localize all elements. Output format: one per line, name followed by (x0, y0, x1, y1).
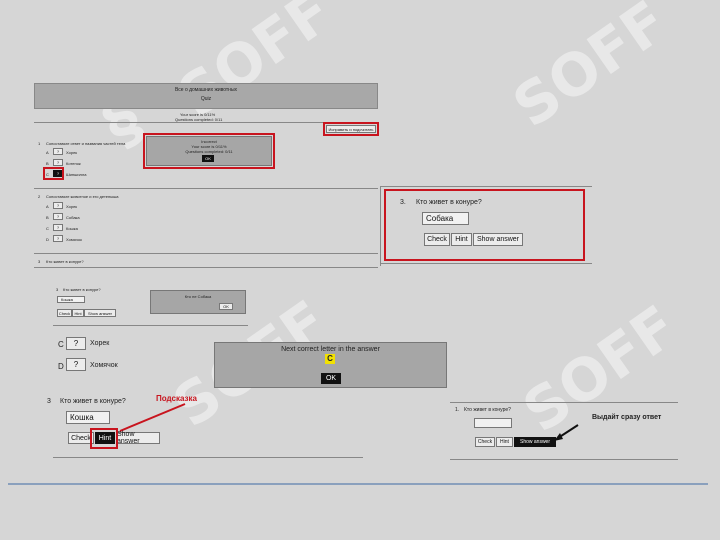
mid-dialog-text: Кто не Собака (184, 294, 212, 299)
q3-mini-text: Кто живет в конуре? (46, 259, 84, 264)
zoom-row-select[interactable]: ? (66, 358, 86, 371)
q3-mini-number: 3 (38, 259, 41, 264)
q1-row-select[interactable]: ? (53, 159, 63, 166)
zoom-row-select[interactable]: ? (66, 337, 86, 350)
right-panel-highlight (384, 189, 585, 261)
hint-button[interactable]: Hint (72, 309, 84, 317)
q1-row-select[interactable]: ? (53, 148, 63, 155)
check-button[interactable]: Check (57, 309, 72, 317)
q2-row-label: Собака (66, 215, 80, 220)
zoom-row-label: Хорек (90, 340, 110, 347)
right-panel-border-line (380, 186, 381, 266)
q1-text: Сопоставьте ответ и названия частей тела (46, 141, 126, 146)
divider (53, 457, 363, 458)
divider (380, 263, 592, 264)
watermark-text: SOFF (500, 0, 680, 141)
next-letter-dialog: Next correct letter in the answer C OK (214, 342, 447, 388)
q2-row-letter: C (46, 226, 49, 231)
divider (34, 188, 378, 189)
right-answer-input[interactable]: Собака (422, 212, 469, 225)
hint-button[interactable]: Hint (451, 233, 472, 246)
check-button[interactable]: Check (475, 437, 495, 447)
q2-row-select[interactable]: ? (53, 224, 63, 231)
zoom-row-label: Хомячок (90, 362, 118, 369)
q2-row-select[interactable]: ? (53, 235, 63, 242)
divider (450, 402, 678, 403)
q1-row-label: Шиншилла (66, 172, 87, 177)
bottom-divider (8, 483, 708, 485)
q1-select-highlight (43, 167, 64, 180)
worksheet-subtitle: Quiz (200, 96, 212, 102)
show-answer-button[interactable]: Show answer (84, 309, 116, 317)
q2-row-letter: A (46, 204, 49, 209)
hint-button-highlight (90, 428, 118, 449)
q1-row-label: Хорек (66, 150, 78, 155)
divider (34, 253, 378, 254)
show-answer-input[interactable] (474, 418, 512, 428)
hint-button[interactable]: Hint (496, 437, 513, 447)
hint-number: 3 (47, 398, 51, 405)
right-number: 3. (400, 199, 406, 206)
zoom-row-letter: D (58, 362, 64, 371)
show-question: Кто живет в конуре? (464, 407, 511, 413)
show-annotation: Выдайт сразу ответ (592, 414, 662, 421)
divider (450, 459, 678, 460)
watermark-text: SOFF (510, 292, 690, 446)
mid-number: 3 (56, 287, 59, 292)
mini-dialog-highlight (143, 133, 275, 169)
show-arrow-icon (554, 424, 579, 441)
show-number: 1. (455, 407, 460, 413)
q1-row-label: Котенок (66, 161, 81, 166)
q2-text: Сопоставьте животное и его детеныша (46, 194, 119, 199)
q2-row-select[interactable]: ? (53, 202, 63, 209)
q2-row-label: Хомячок (66, 237, 82, 242)
q2-number: 2 (38, 194, 41, 199)
q2-row-label: Хорек (66, 204, 78, 209)
q2-row-letter: D (46, 237, 49, 242)
q1-number: 1 (38, 141, 41, 146)
next-letter-message: Next correct letter in the answer (281, 346, 380, 353)
zoom-row-letter: C (58, 340, 64, 349)
show-answer-button[interactable]: Show answer (473, 233, 523, 246)
divider (53, 325, 248, 326)
next-letter-value: C (325, 354, 335, 364)
check-button[interactable]: Check (424, 233, 450, 246)
hint-answer-input[interactable]: Кошка (66, 411, 110, 424)
mid-question: Кто живет в конуре? (63, 287, 101, 292)
mid-feedback-dialog: Кто не Собака OK (150, 290, 246, 314)
q1-row-letter: A (46, 150, 49, 155)
worksheet-title: Все о домашних животных (174, 87, 238, 93)
mid-dialog-ok-button[interactable]: OK (219, 303, 233, 310)
show-answer-button[interactable]: Show answer (116, 431, 160, 445)
q1-row-letter: B (46, 161, 49, 166)
q2-row-letter: B (46, 215, 49, 220)
divider (380, 186, 592, 187)
divider (34, 267, 378, 268)
right-question: Кто живет в конуре? (416, 199, 482, 206)
next-letter-ok-button[interactable]: OK (321, 373, 341, 384)
worksheet-header: Все о домашних животных Quiz (34, 83, 378, 109)
q2-row-select[interactable]: ? (53, 213, 63, 220)
submit-highlight (323, 122, 379, 136)
hint-question: Кто живет в конуре? (60, 398, 126, 405)
mid-answer-input[interactable]: Кошка (57, 296, 85, 303)
q2-row-label: Кошка (66, 226, 78, 231)
